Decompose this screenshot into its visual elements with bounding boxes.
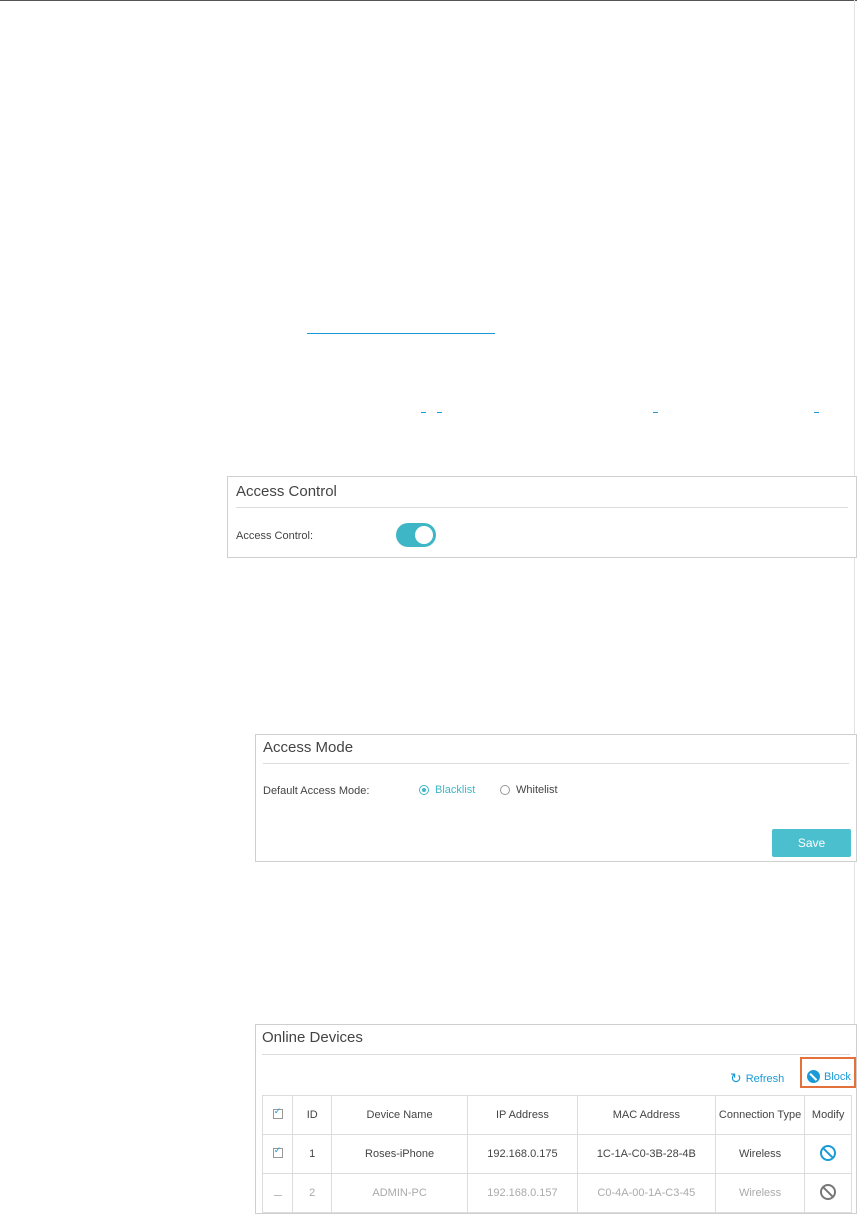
device-name: ADMIN-PC <box>331 1173 469 1213</box>
radio-whitelist[interactable]: Whitelist <box>500 784 558 796</box>
block-device-icon[interactable] <box>820 1183 837 1200</box>
refresh-label: Refresh <box>745 1072 785 1085</box>
device-connection-type: Wireless <box>714 1173 806 1213</box>
link-underline[interactable] <box>307 333 495 334</box>
devices-table: ID Device Name IP Address MAC Address Co… <box>261 1095 852 1213</box>
column-header: Connection Type <box>714 1095 806 1135</box>
modify-cell <box>804 1134 852 1174</box>
top-rule <box>0 0 857 1</box>
block-highlight-box <box>800 1057 856 1088</box>
select-all-cell <box>261 1095 294 1135</box>
column-header: MAC Address <box>576 1095 716 1135</box>
link-mark <box>653 412 658 413</box>
access-control-toggle[interactable] <box>396 523 436 547</box>
column-header: Modify <box>804 1095 852 1135</box>
device-id: 2 <box>292 1173 333 1213</box>
radio-blacklist[interactable]: Blacklist <box>419 784 475 796</box>
device-ip: 192.168.0.157 <box>467 1173 578 1213</box>
default-access-mode-label: Default Access Mode: <box>263 785 370 797</box>
link-mark <box>437 412 442 413</box>
row-select-cell <box>261 1134 294 1174</box>
device-connection-type: Wireless <box>714 1134 806 1174</box>
link-mark <box>814 412 819 413</box>
column-header: ID <box>292 1095 333 1135</box>
device-mac: 1C-1A-C0-3B-28-4B <box>576 1134 716 1174</box>
toggle-knob <box>415 526 433 544</box>
radio-unselected-icon[interactable] <box>500 785 510 795</box>
device-ip: 192.168.0.175 <box>467 1134 578 1174</box>
access-control-label: Access Control: <box>236 530 314 542</box>
link-mark <box>421 412 426 413</box>
block-device-icon[interactable] <box>820 1144 837 1161</box>
radio-whitelist-label: Whitelist <box>516 784 558 796</box>
column-header: Device Name <box>331 1095 469 1135</box>
divider <box>236 507 848 508</box>
panel-title: Access Mode <box>263 739 354 756</box>
refresh-icon: ↻ <box>730 1070 742 1086</box>
device-id: 1 <box>292 1134 333 1174</box>
panel-title: Online Devices <box>262 1029 363 1046</box>
radio-selected-icon[interactable] <box>419 785 429 795</box>
device-mac: C0-4A-00-1A-C3-45 <box>576 1173 716 1213</box>
row-checkbox[interactable] <box>272 1145 283 1158</box>
select-all-checkbox[interactable] <box>272 1106 283 1119</box>
modify-cell <box>804 1173 852 1213</box>
access-control-panel: Access Control Access Control: <box>227 476 857 558</box>
column-header: IP Address <box>467 1095 578 1135</box>
table-row[interactable]: 2 ADMIN-PC 192.168.0.157 C0-4A-00-1A-C3-… <box>261 1173 852 1213</box>
divider <box>263 763 849 764</box>
refresh-button[interactable]: ↻ Refresh <box>730 1070 784 1087</box>
table-header-row: ID Device Name IP Address MAC Address Co… <box>261 1095 852 1135</box>
save-button[interactable]: Save <box>772 829 851 857</box>
divider <box>262 1054 850 1055</box>
row-select-cell <box>261 1173 294 1213</box>
device-name: Roses-iPhone <box>331 1134 469 1174</box>
panel-title: Access Control <box>236 483 337 500</box>
row-checkbox-disabled <box>273 1195 282 1196</box>
radio-blacklist-label: Blacklist <box>435 784 476 796</box>
online-devices-panel: Online Devices ↻ Refresh Block ID Device… <box>255 1024 857 1214</box>
table-row[interactable]: 1 Roses-iPhone 192.168.0.175 1C-1A-C0-3B… <box>261 1134 852 1174</box>
access-mode-panel: Access Mode Default Access Mode: Blackli… <box>255 734 857 862</box>
